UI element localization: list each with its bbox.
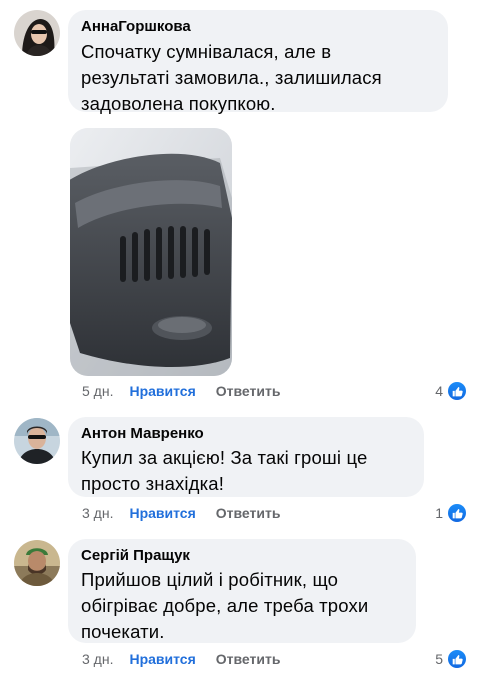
like-thumb-icon [448,382,466,400]
comment-text: Спочатку сумнівалася, але в результаті з… [81,41,382,114]
comment-time[interactable]: 3 дн. [82,651,113,667]
comment-time[interactable]: 5 дн. [82,383,113,399]
reaction-count-value: 4 [435,383,443,399]
comment-bubble: Сергій Пращук Прийшов цілий і робітник, … [68,539,416,643]
comment-bubble: АннаГоршкова Спочатку сумнівалася, але в… [68,10,448,114]
comment-actions: 3 дн. Нравится Ответить [82,505,280,521]
avatar-image [14,10,60,56]
avatar[interactable] [14,418,60,464]
comment-bubble: Антон Мавренко Купил за акцією! За такі … [68,417,424,497]
avatar-image [14,418,60,464]
comment-text: Купил за акцією! За такі гроші це просто… [81,447,368,494]
reply-link[interactable]: Ответить [216,383,281,399]
comment-author[interactable]: Антон Мавренко [81,425,412,442]
reaction-count[interactable]: 5 [435,650,466,668]
like-link[interactable]: Нравится [129,651,195,667]
reply-link[interactable]: Ответить [216,505,281,521]
reaction-count-value: 5 [435,651,443,667]
reaction-count-value: 1 [435,505,443,521]
reaction-count[interactable]: 4 [435,382,466,400]
avatar-image [14,540,60,586]
comment-actions: 3 дн. Нравится Ответить [82,651,280,667]
reply-link[interactable]: Ответить [216,651,281,667]
avatar[interactable] [14,540,60,586]
comment-author[interactable]: АннаГоршкова [81,18,436,35]
like-link[interactable]: Нравится [129,383,195,399]
comment-text: Прийшов цілий і робітник, що обігріває д… [81,569,369,642]
avatar[interactable] [14,10,60,56]
like-thumb-icon [448,504,466,522]
like-link[interactable]: Нравится [129,505,195,521]
like-thumb-icon [448,650,466,668]
comment-author[interactable]: Сергій Пращук [81,547,404,564]
heater-image [70,128,232,376]
comment-time[interactable]: 3 дн. [82,505,113,521]
reaction-count[interactable]: 1 [435,504,466,522]
comment-actions: 5 дн. Нравится Ответить [82,383,280,399]
comment-photo[interactable] [70,128,232,376]
